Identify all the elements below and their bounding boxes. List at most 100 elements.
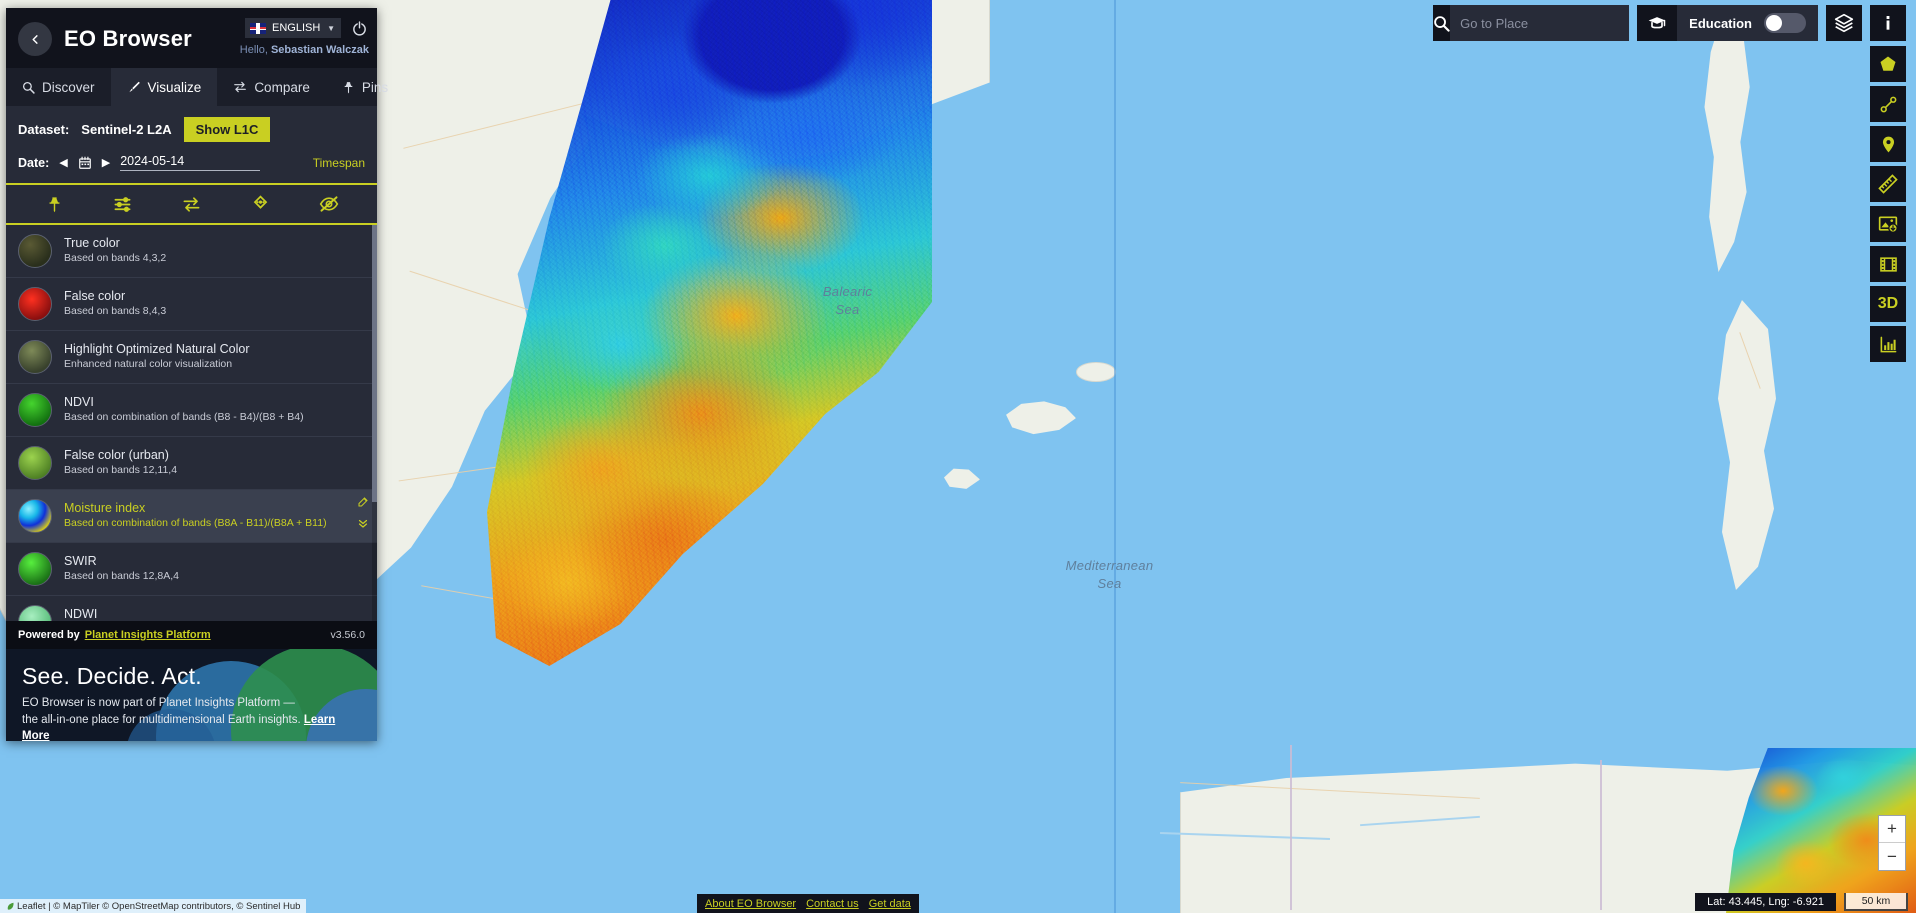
layer-text: NDVI Based on combination of bands (B8 -… — [64, 395, 365, 425]
map-tools-rail: 3D — [1870, 46, 1906, 362]
tab-pins[interactable]: Pins — [326, 68, 404, 106]
layer-text: False color (urban) Based on bands 12,11… — [64, 448, 365, 478]
line-measure-button[interactable] — [1870, 86, 1906, 122]
timespan-link[interactable]: Timespan — [313, 156, 365, 170]
list-item[interactable]: True color Based on bands 4,3,2 — [6, 225, 377, 278]
planet-insights-link[interactable]: Planet Insights Platform — [85, 629, 211, 641]
promo-line2: the all-in-one place for multidimensiona… — [22, 713, 301, 726]
three-d-button[interactable]: 3D — [1870, 286, 1906, 322]
timelapse-button[interactable] — [1870, 246, 1906, 282]
layer-list[interactable]: True color Based on bands 4,3,2 False co… — [6, 225, 377, 621]
logout-power-button[interactable] — [349, 18, 369, 38]
zoom-to-layer-button[interactable] — [247, 191, 273, 217]
tab-visualize-label: Visualize — [147, 79, 202, 95]
leaflet-icon — [7, 902, 14, 910]
list-item[interactable]: NDWI Based on combination of bands (B3 -… — [6, 596, 377, 621]
brush-icon — [127, 80, 141, 94]
layer-thumbnail — [18, 552, 52, 586]
calendar-icon[interactable] — [78, 156, 92, 170]
ruler-button[interactable] — [1870, 166, 1906, 202]
contact-us-link[interactable]: Contact us — [806, 898, 859, 910]
marker-button[interactable] — [1870, 126, 1906, 162]
layer-text: Moisture index Based on combination of b… — [64, 501, 365, 531]
area-of-interest-button[interactable] — [1870, 46, 1906, 82]
effects-sliders-button[interactable] — [110, 191, 136, 217]
education-toggle[interactable] — [1764, 13, 1806, 33]
tab-visualize[interactable]: Visualize — [110, 68, 218, 106]
list-item[interactable]: False color (urban) Based on bands 12,11… — [6, 437, 377, 490]
chevron-left-icon — [31, 34, 38, 44]
layer-text: NDWI Based on combination of bands (B3 -… — [64, 607, 365, 621]
layer-description: Based on bands 8,4,3 — [64, 305, 167, 318]
promo-banner[interactable]: See. Decide. Act. EO Browser is now part… — [6, 649, 377, 741]
tab-compare[interactable]: Compare — [217, 68, 326, 106]
date-next-button[interactable]: ▶ — [102, 156, 110, 169]
get-data-link[interactable]: Get data — [869, 898, 911, 910]
dataset-row: Dataset: Sentinel-2 L2A Show L1C — [6, 106, 377, 150]
list-item[interactable]: NDVI Based on combination of bands (B8 -… — [6, 384, 377, 437]
map-zoom-controls: + − — [1878, 815, 1906, 871]
map-border — [1600, 760, 1602, 910]
map-border — [1290, 745, 1292, 910]
chevron-down-icon: ▼ — [327, 23, 335, 33]
list-item[interactable]: SWIR Based on bands 12,8A,4 — [6, 543, 377, 596]
show-l1c-button[interactable]: Show L1C — [183, 117, 271, 142]
sidebar-tabs: Discover Visualize Compare Pins — [6, 68, 388, 106]
tab-pins-label: Pins — [361, 79, 389, 95]
layer-title: True color — [64, 235, 120, 250]
education-mode-control: Education — [1637, 5, 1818, 41]
layer-actions — [357, 496, 369, 532]
zoom-in-button[interactable]: + — [1879, 816, 1905, 843]
layer-thumbnail — [18, 340, 52, 374]
list-item-selected[interactable]: Moisture index Based on combination of b… — [6, 490, 377, 543]
landmass-sardinia — [1718, 300, 1776, 590]
tab-compare-label: Compare — [254, 79, 310, 95]
sidebar-scrollbar[interactable] — [372, 225, 377, 621]
hide-layer-button[interactable] — [316, 191, 342, 217]
graduation-cap-icon[interactable] — [1637, 5, 1678, 41]
layer-text: Highlight Optimized Natural Color Enhanc… — [64, 342, 365, 372]
layer-text: True color Based on bands 4,3,2 — [64, 236, 365, 266]
pin-layer-button[interactable] — [41, 191, 67, 217]
tab-discover[interactable]: Discover — [6, 68, 111, 106]
uk-flag-icon — [250, 22, 266, 34]
eo-browser-app: Balearic Sea Mediterranean Sea EO Browse… — [0, 0, 1916, 913]
back-button[interactable] — [18, 22, 52, 56]
greeting-prefix: Hello, — [239, 44, 271, 56]
layer-description: Based on combination of bands (B8A - B11… — [64, 517, 327, 530]
zoom-out-button[interactable]: − — [1879, 843, 1905, 870]
dataset-name: Sentinel-2 L2A — [81, 122, 172, 137]
promo-body: EO Browser is now part of Planet Insight… — [22, 695, 361, 741]
layer-thumbnail — [18, 393, 52, 427]
attribution-text: Leaflet | © MapTiler © OpenStreetMap con… — [17, 900, 301, 912]
layers-button[interactable] — [1826, 5, 1862, 41]
date-prev-button[interactable]: ◀ — [59, 156, 67, 169]
chevron-double-down-icon[interactable] — [357, 517, 369, 532]
layer-thumbnail — [18, 287, 52, 321]
landmass-corsica — [1704, 22, 1750, 272]
list-item[interactable]: False color Based on bands 8,4,3 — [6, 278, 377, 331]
search-input[interactable] — [1450, 15, 1647, 31]
language-select[interactable]: ENGLISH ▼ — [245, 18, 341, 38]
list-item[interactable]: Highlight Optimized Natural Color Enhanc… — [6, 331, 377, 384]
layer-thumbnail — [18, 234, 52, 268]
compare-swap-button[interactable] — [178, 191, 204, 217]
header-right-controls: ENGLISH ▼ Hello, Sebastian Walczak — [240, 18, 369, 56]
layer-title: NDVI — [64, 394, 94, 409]
info-button[interactable] — [1870, 5, 1906, 41]
search-icon[interactable] — [1433, 5, 1451, 41]
layer-text: SWIR Based on bands 12,8A,4 — [64, 554, 365, 584]
about-eo-browser-link[interactable]: About EO Browser — [705, 898, 796, 910]
date-row: Date: ◀ ▶ 2024-05-14 Timespan — [6, 150, 377, 185]
layer-description: Based on bands 12,11,4 — [64, 464, 178, 477]
language-row: ENGLISH ▼ — [245, 18, 369, 38]
dataset-label: Dataset: — [18, 122, 70, 137]
date-input[interactable]: 2024-05-14 — [120, 154, 261, 171]
layer-title: Moisture index — [64, 500, 146, 515]
layer-text: False color Based on bands 8,4,3 — [64, 289, 365, 319]
edit-pencil-icon[interactable] — [357, 496, 369, 511]
place-search[interactable] — [1433, 5, 1647, 41]
download-image-button[interactable] — [1870, 206, 1906, 242]
power-icon — [352, 19, 366, 36]
statistics-button[interactable] — [1870, 326, 1906, 362]
